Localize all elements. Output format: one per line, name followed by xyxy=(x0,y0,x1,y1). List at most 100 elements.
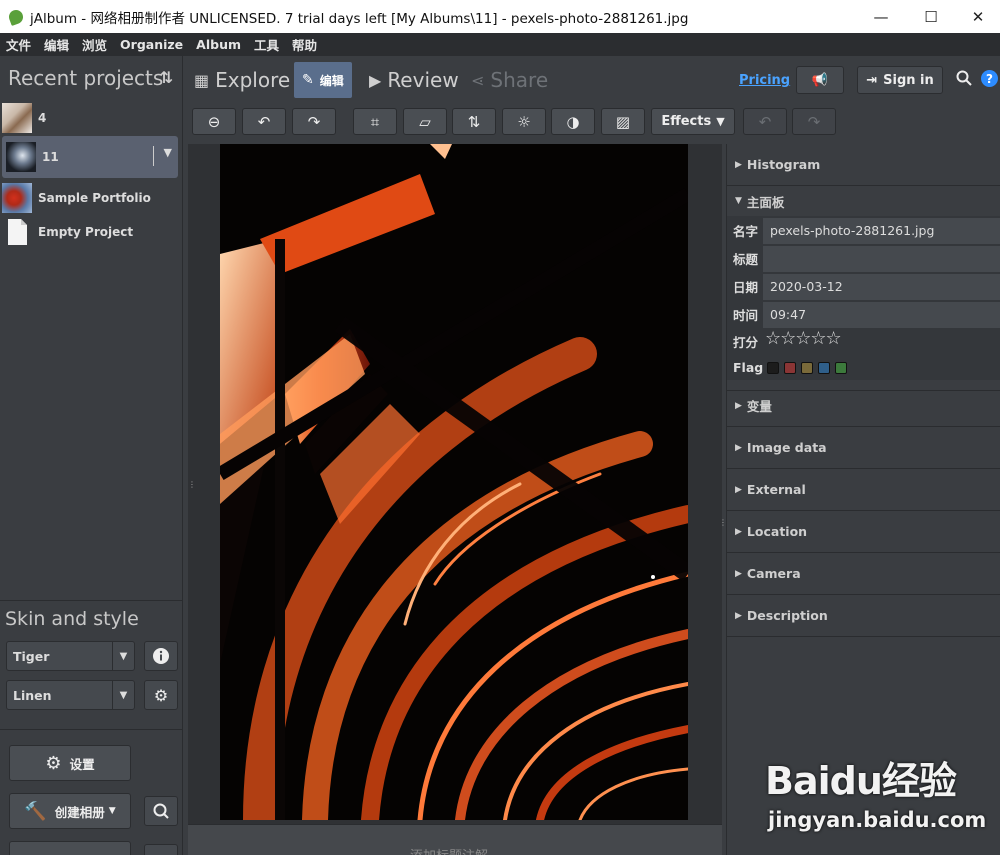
magnifier-icon xyxy=(153,803,169,819)
help-icon[interactable]: ? xyxy=(981,70,998,87)
section-image-data[interactable]: ▶ Image data xyxy=(727,427,1000,469)
tab-explore[interactable]: ▦ Explore xyxy=(194,62,290,98)
section-label: External xyxy=(746,482,806,497)
chevron-down-icon[interactable]: ▼ xyxy=(112,642,134,670)
skin-select[interactable]: Tiger ▼ xyxy=(6,641,135,671)
flag-swatch-blue[interactable] xyxy=(818,362,830,374)
section-main-panel[interactable]: ▼ 主面板 xyxy=(727,186,1000,216)
menu-browse[interactable]: 浏览 xyxy=(82,35,107,54)
menu-edit[interactable]: 编辑 xyxy=(44,35,69,54)
rotate-left-button[interactable]: ↶ xyxy=(242,108,286,135)
resize-handle[interactable]: ⋮ xyxy=(719,518,727,527)
project-name: 11 xyxy=(42,150,59,164)
pricing-link[interactable]: Pricing xyxy=(739,73,790,88)
tab-edit[interactable]: ✎ 编辑 xyxy=(294,62,352,98)
maximize-button[interactable]: ☐ xyxy=(908,0,954,33)
close-button[interactable]: ✕ xyxy=(955,0,1000,33)
section-variables[interactable]: ▶ 变量 xyxy=(727,385,1000,427)
project-thumbnail xyxy=(2,183,32,213)
image-adjust-button[interactable]: ▨ xyxy=(601,108,645,135)
image-viewer[interactable]: ⋮ ⋮ xyxy=(188,144,727,824)
field-label: 名字 xyxy=(733,224,759,239)
effects-button[interactable]: Effects ▼ xyxy=(651,108,735,135)
section-external[interactable]: ▶ External xyxy=(727,469,1000,511)
watermark-url: jingyan.baidu.com xyxy=(768,808,987,832)
menu-tools[interactable]: 工具 xyxy=(254,35,279,54)
share-icon: ⋖ xyxy=(471,70,485,90)
open-button[interactable] xyxy=(144,844,178,855)
skin-info-button[interactable] xyxy=(144,641,178,671)
flip-button[interactable]: ⇅ xyxy=(452,108,496,135)
skin-settings-button[interactable]: ⚙ xyxy=(144,680,178,710)
edit-toolbar: ⊖ ↶ ↷ ⌗ ▱ ⇅ ☼ ◑ ▨ Effects ▼ ↶ ↷ xyxy=(184,100,836,144)
resize-handle[interactable]: ⋮ xyxy=(188,480,196,489)
menu-album[interactable]: Album xyxy=(196,37,241,52)
name-field[interactable]: pexels-photo-2881261.jpg xyxy=(763,217,1000,244)
pencil-icon: ✎ xyxy=(302,72,314,88)
section-location[interactable]: ▶ Location xyxy=(727,511,1000,553)
chevron-down-icon[interactable]: ▼ xyxy=(112,681,134,709)
menu-organize[interactable]: Organize xyxy=(120,37,183,52)
settings-button-label: 设置 xyxy=(69,756,95,772)
settings-button[interactable]: ⚙ 设置 xyxy=(9,745,131,781)
preview-button[interactable] xyxy=(144,796,178,826)
date-field[interactable]: 2020-03-12 xyxy=(763,273,1000,300)
upload-button[interactable] xyxy=(9,841,131,855)
section-histogram[interactable]: ▶ Histogram xyxy=(727,144,1000,186)
sort-icon[interactable]: ⇅ xyxy=(160,68,173,87)
announcements-button[interactable]: 📢 xyxy=(796,66,844,94)
project-item[interactable]: 4 xyxy=(2,102,178,134)
recent-projects-title: Recent projects xyxy=(8,66,164,90)
create-album-button[interactable]: 🔨 创建相册 ▼ xyxy=(9,793,131,829)
sun-icon: ☼ xyxy=(517,112,531,131)
tab-review[interactable]: ▶ Review xyxy=(369,62,459,98)
section-label: 变量 xyxy=(746,399,772,414)
project-item[interactable]: Empty Project xyxy=(2,216,178,248)
flag-swatch-red[interactable] xyxy=(784,362,796,374)
flag-swatch-green[interactable] xyxy=(835,362,847,374)
divider xyxy=(153,146,154,166)
tab-label: Explore xyxy=(215,68,291,92)
project-name: Sample Portfolio xyxy=(38,191,151,205)
straighten-icon: ▱ xyxy=(419,112,431,131)
title-field[interactable] xyxy=(763,245,1000,272)
section-label: 主面板 xyxy=(746,194,785,210)
chevron-down-icon[interactable]: ▼ xyxy=(164,146,172,159)
search-icon[interactable] xyxy=(956,70,972,90)
rotate-right-button[interactable]: ↷ xyxy=(292,108,336,135)
project-name: Empty Project xyxy=(38,225,134,239)
grid-icon: ▦ xyxy=(194,70,210,90)
section-camera[interactable]: ▶ Camera xyxy=(727,553,1000,595)
flag-swatch-black[interactable] xyxy=(767,362,779,374)
main-panel-fields: 名字 pexels-photo-2881261.jpg 标题 日期 2020-0… xyxy=(727,216,1000,380)
straighten-button[interactable]: ▱ xyxy=(403,108,447,135)
redo-button[interactable]: ↷ xyxy=(792,108,836,135)
window-title: jAlbum - 网络相册制作者 UNLICENSED. 7 trial day… xyxy=(30,10,689,27)
field-label: 打分 xyxy=(733,335,759,350)
menu-help[interactable]: 帮助 xyxy=(292,35,317,54)
minimize-button[interactable]: — xyxy=(858,0,904,33)
style-select[interactable]: Linen ▼ xyxy=(6,680,135,710)
section-description[interactable]: ▶ Description xyxy=(727,595,1000,637)
project-item-selected[interactable]: 11 ▼ xyxy=(2,136,178,178)
contrast-button[interactable]: ◑ xyxy=(551,108,595,135)
field-label: 标题 xyxy=(733,252,759,267)
info-icon xyxy=(153,648,169,664)
rating-stars[interactable]: ☆☆☆☆☆ xyxy=(765,328,842,349)
project-item[interactable]: Sample Portfolio xyxy=(2,182,178,214)
project-name: 4 xyxy=(38,111,47,125)
caption-input[interactable]: 添加标题注解 xyxy=(188,824,722,855)
field-label: 日期 xyxy=(733,280,759,295)
undo-icon: ↶ xyxy=(758,112,772,131)
flag-swatch-yellow[interactable] xyxy=(801,362,813,374)
tab-share[interactable]: ⋖ Share xyxy=(471,62,548,98)
time-field[interactable]: 09:47 xyxy=(763,301,1000,328)
undo-button[interactable]: ↶ xyxy=(743,108,787,135)
chevron-right-icon: ▶ xyxy=(735,526,742,537)
photo-preview xyxy=(220,144,688,820)
zoom-out-button[interactable]: ⊖ xyxy=(192,108,236,135)
menu-file[interactable]: 文件 xyxy=(6,35,31,54)
sign-in-button[interactable]: ⇥ Sign in xyxy=(857,66,943,94)
brightness-button[interactable]: ☼ xyxy=(502,108,546,135)
crop-button[interactable]: ⌗ xyxy=(353,108,397,135)
